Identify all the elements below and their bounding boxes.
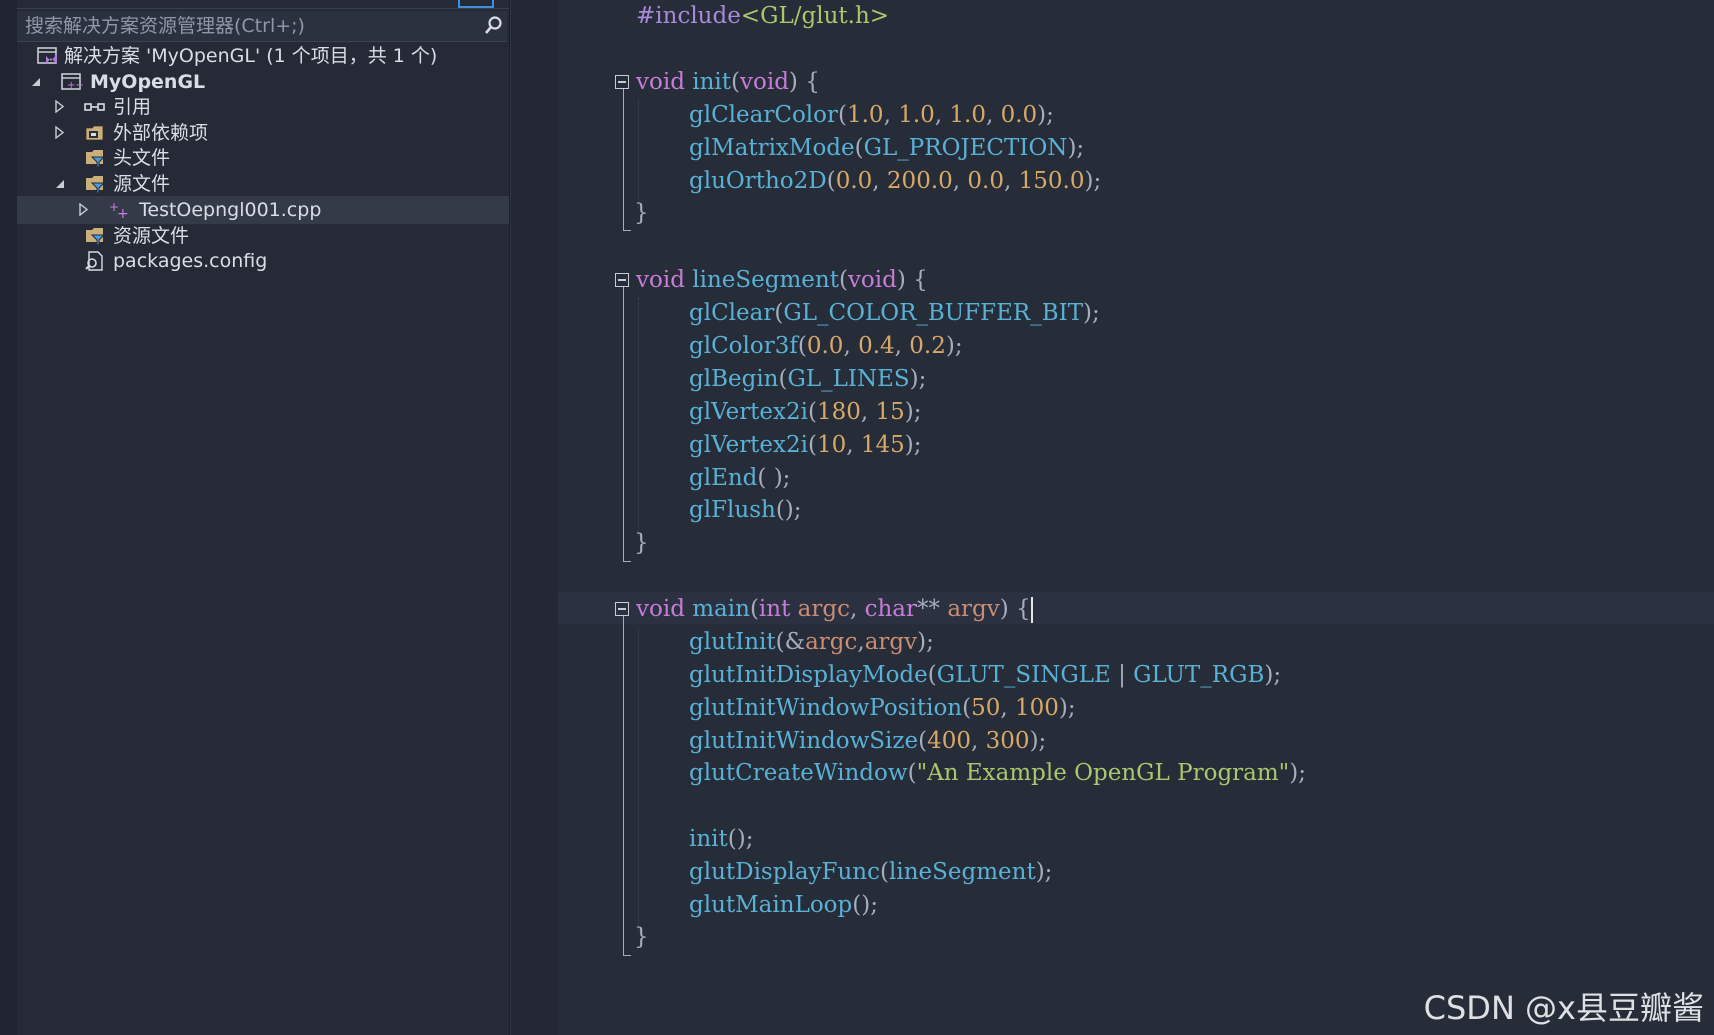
fold-guide bbox=[623, 89, 624, 230]
solution-label: 解决方案 'MyOpenGL' (1 个项目，共 1 个) bbox=[64, 45, 438, 67]
project-label: MyOpenGL bbox=[90, 71, 206, 93]
tree-item-label: 外部依赖项 bbox=[113, 122, 209, 144]
tree-item-resource-files[interactable]: 资源文件 bbox=[17, 222, 510, 250]
code-line: glutMainLoop(); bbox=[689, 892, 878, 918]
editor-gutter bbox=[510, 0, 559, 1035]
code-line: glutDisplayFunc(lineSegment); bbox=[689, 859, 1053, 885]
code-line: glVertex2i(10, 145); bbox=[689, 432, 922, 458]
code-line: void init(void) { bbox=[636, 69, 820, 95]
expanded-arrow-icon[interactable] bbox=[31, 77, 41, 87]
explorer-search-box[interactable] bbox=[17, 11, 519, 42]
code-line-include: #include<GL/glut.h> bbox=[636, 0, 889, 33]
include-header: <GL/glut.h> bbox=[740, 3, 890, 29]
code-line: glClear(GL_COLOR_BUFFER_BIT); bbox=[689, 300, 1100, 326]
tree-item-header-files[interactable]: 头文件 bbox=[17, 144, 510, 172]
code-line: glutInit(&argc,argv); bbox=[689, 629, 934, 655]
tree-item-label: TestOepngl001.cpp bbox=[139, 199, 322, 221]
code-line: glFlush(); bbox=[689, 497, 802, 523]
code-line: glColor3f(0.0, 0.4, 0.2); bbox=[689, 333, 963, 359]
code-line: init(); bbox=[689, 826, 754, 852]
indent-guide bbox=[638, 298, 640, 538]
cpp-file-icon: + + bbox=[109, 200, 129, 220]
collapsed-arrow-icon[interactable] bbox=[55, 126, 64, 139]
code-line: glutCreateWindow("An Example OpenGL Prog… bbox=[689, 760, 1306, 786]
expanded-arrow-icon[interactable] bbox=[55, 179, 65, 189]
svg-text:++: ++ bbox=[67, 80, 83, 91]
tree-solution-row[interactable]: 解决方案 'MyOpenGL' (1 个项目，共 1 个) bbox=[17, 42, 510, 70]
code-line: } bbox=[634, 924, 649, 950]
tree-item-cpp-file[interactable]: + + TestOepngl001.cpp bbox=[17, 196, 510, 224]
filter-folder-icon bbox=[86, 150, 106, 168]
code-line: } bbox=[634, 200, 649, 226]
collapsed-arrow-icon[interactable] bbox=[79, 203, 88, 216]
fold-guide bbox=[623, 287, 624, 561]
tree-item-external-dependencies[interactable]: 外部依赖项 bbox=[17, 119, 510, 147]
filter-folder-icon bbox=[86, 176, 106, 194]
explorer-toolbar-edge bbox=[17, 0, 510, 9]
code-line: glutInitWindowPosition(50, 100); bbox=[689, 695, 1076, 721]
watermark: CSDN @x县豆瓣酱 bbox=[1423, 989, 1704, 1027]
indent-guide bbox=[638, 100, 640, 210]
references-icon bbox=[84, 103, 105, 111]
filter-folder-icon bbox=[86, 228, 106, 246]
code-line: glEnd( ); bbox=[689, 465, 791, 491]
text-cursor bbox=[1030, 597, 1033, 623]
collapsed-arrow-icon[interactable] bbox=[55, 100, 64, 113]
external-dependencies-icon bbox=[85, 125, 104, 141]
fold-guide bbox=[623, 616, 624, 955]
config-file-icon bbox=[85, 251, 103, 271]
code-editor[interactable]: #include<GL/glut.h> void init(void) { gl… bbox=[558, 0, 1714, 1035]
tree-item-label: 引用 bbox=[113, 96, 152, 118]
toolwindow-side-strip bbox=[0, 0, 17, 1035]
fold-guide-end bbox=[623, 561, 631, 562]
tree-item-references[interactable]: 引用 bbox=[17, 93, 510, 121]
collapse-toggle-icon[interactable] bbox=[615, 273, 629, 287]
tree-item-label: 资源文件 bbox=[113, 225, 190, 247]
indent-guide bbox=[638, 628, 640, 933]
tree-item-packages-config[interactable]: packages.config bbox=[17, 247, 510, 275]
code-line: void main(int argc, char** argv) { bbox=[636, 596, 1033, 623]
tree-item-label: 头文件 bbox=[113, 147, 171, 169]
tree-project-row[interactable]: ++ MyOpenGL bbox=[17, 68, 510, 96]
cpp-project-icon: ++ bbox=[61, 73, 83, 91]
tree-item-label: packages.config bbox=[113, 250, 268, 272]
code-line: gluOrtho2D(0.0, 200.0, 0.0, 150.0); bbox=[689, 168, 1102, 194]
tree-item-source-files[interactable]: 源文件 bbox=[17, 170, 510, 198]
collapse-toggle-icon[interactable] bbox=[615, 602, 629, 616]
code-line: void lineSegment(void) { bbox=[636, 267, 928, 293]
svg-text:+: + bbox=[117, 206, 129, 220]
code-line: glVertex2i(180, 15); bbox=[689, 399, 922, 425]
code-line: glMatrixMode(GL_PROJECTION); bbox=[689, 135, 1085, 161]
code-line: glutInitWindowSize(400, 300); bbox=[689, 728, 1047, 754]
active-toolbar-tab[interactable] bbox=[458, 0, 494, 8]
search-icon[interactable] bbox=[483, 16, 503, 36]
collapse-toggle-icon[interactable] bbox=[615, 75, 629, 89]
explorer-search-input[interactable] bbox=[17, 11, 473, 41]
solution-icon bbox=[37, 47, 57, 64]
code-line: glClearColor(1.0, 1.0, 1.0, 0.0); bbox=[689, 102, 1054, 128]
tree-item-label: 源文件 bbox=[113, 173, 171, 195]
fold-guide-end bbox=[623, 955, 631, 956]
code-line: glBegin(GL_LINES); bbox=[689, 366, 927, 392]
include-directive: #include bbox=[636, 3, 741, 29]
solution-explorer-panel: 解决方案 'MyOpenGL' (1 个项目，共 1 个) ++ MyOpenG… bbox=[0, 0, 519, 1035]
code-line: glutInitDisplayMode(GLUT_SINGLE | GLUT_R… bbox=[689, 662, 1282, 688]
fold-guide-end bbox=[623, 230, 631, 231]
code-line: } bbox=[634, 530, 649, 556]
